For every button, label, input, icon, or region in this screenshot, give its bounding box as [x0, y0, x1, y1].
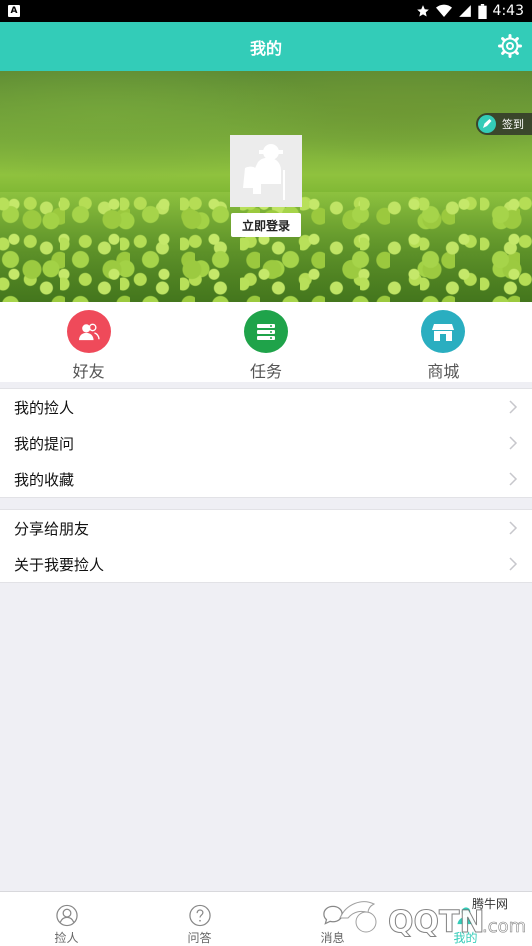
app-header: 我的 — [0, 22, 532, 71]
menu-item-my-pickups[interactable]: 我的捡人 — [0, 389, 532, 425]
chevron-right-icon — [509, 557, 518, 571]
gear-icon — [498, 34, 522, 58]
message-icon — [322, 905, 343, 925]
signin-label: 签到 — [502, 118, 524, 131]
notification-icon: A — [8, 5, 20, 17]
quick-label-friends: 好友 — [72, 362, 105, 381]
store-icon — [421, 310, 466, 353]
chevron-right-icon — [509, 400, 518, 414]
menu-label: 我的提问 — [14, 434, 75, 453]
menu-label: 我的收藏 — [14, 470, 75, 489]
menu-label: 我的捡人 — [14, 398, 75, 417]
menu-group-mine: 我的捡人 我的提问 我的收藏 — [0, 388, 532, 498]
nav-item-mine[interactable]: 我的 — [399, 892, 532, 946]
friends-icon — [66, 310, 111, 353]
wifi-icon — [435, 4, 452, 18]
person-icon — [55, 904, 78, 927]
chevron-right-icon — [509, 436, 518, 450]
menu-group-about: 分享给朋友 关于我要捡人 — [0, 509, 532, 583]
pen-icon — [478, 115, 496, 133]
chevron-right-icon — [509, 472, 518, 486]
profile-icon — [456, 907, 475, 925]
nav-item-qa[interactable]: 问答 — [133, 892, 266, 946]
quick-label-tasks: 任务 — [249, 362, 282, 381]
quick-item-friends[interactable]: 好友 — [0, 302, 177, 382]
menu-item-my-questions[interactable]: 我的提问 — [0, 425, 532, 461]
battery-icon — [477, 3, 487, 19]
chevron-right-icon — [509, 521, 518, 535]
login-button[interactable]: 立即登录 — [231, 213, 301, 237]
menu-label: 分享给朋友 — [14, 519, 90, 538]
quick-actions: 好友 任务 商城 — [0, 302, 532, 382]
settings-button[interactable] — [498, 34, 522, 58]
quick-label-store: 商城 — [427, 362, 460, 381]
quick-item-tasks[interactable]: 任务 — [177, 302, 354, 382]
menu-label: 关于我要捡人 — [14, 555, 105, 574]
signin-button[interactable]: 签到 — [476, 113, 532, 135]
profile-banner: 签到 立即登录 — [0, 71, 532, 302]
signal-icon — [458, 5, 471, 17]
menu-item-share[interactable]: 分享给朋友 — [0, 510, 532, 546]
status-time: 4:43 — [492, 3, 524, 19]
menu-item-about[interactable]: 关于我要捡人 — [0, 546, 532, 582]
quick-item-store[interactable]: 商城 — [355, 302, 532, 382]
nav-label: 问答 — [187, 931, 212, 945]
bottom-nav: 捡人 问答 消息 我的 — [0, 891, 532, 946]
status-bar: A 4:43 — [0, 0, 532, 22]
menu-item-my-favorites[interactable]: 我的收藏 — [0, 461, 532, 497]
nav-label: 消息 — [320, 931, 345, 945]
nav-item-pickup[interactable]: 捡人 — [0, 892, 133, 946]
question-icon — [188, 904, 211, 927]
nav-label: 我的 — [453, 931, 478, 945]
banner-moss-image — [0, 192, 532, 302]
nav-item-messages[interactable]: 消息 — [266, 892, 399, 946]
avatar-placeholder-icon — [243, 144, 285, 200]
avatar[interactable] — [230, 135, 302, 207]
star-icon — [416, 5, 429, 17]
task-icon — [243, 310, 288, 353]
nav-label: 捡人 — [54, 931, 79, 945]
page-title: 我的 — [249, 38, 282, 58]
